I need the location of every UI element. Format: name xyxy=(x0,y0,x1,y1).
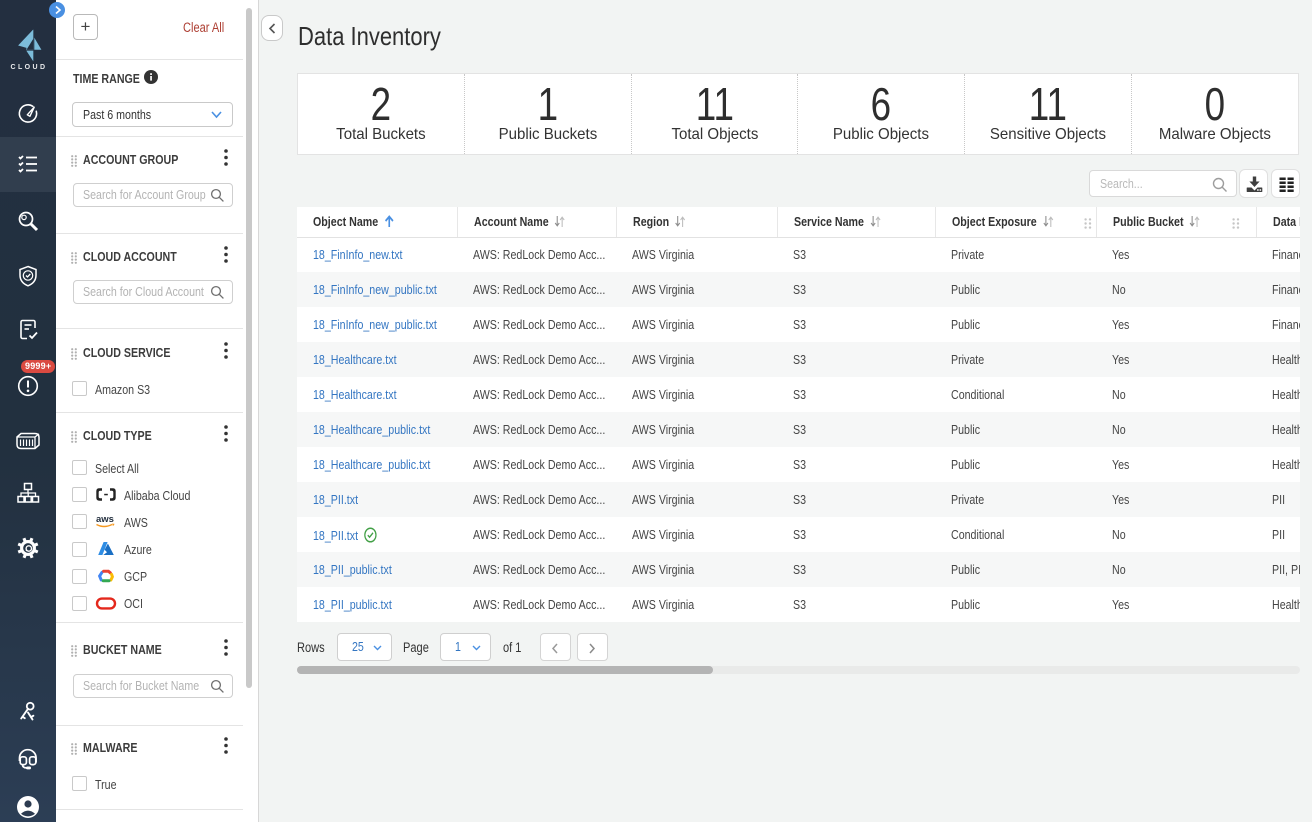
svg-text:aws: aws xyxy=(96,514,114,525)
